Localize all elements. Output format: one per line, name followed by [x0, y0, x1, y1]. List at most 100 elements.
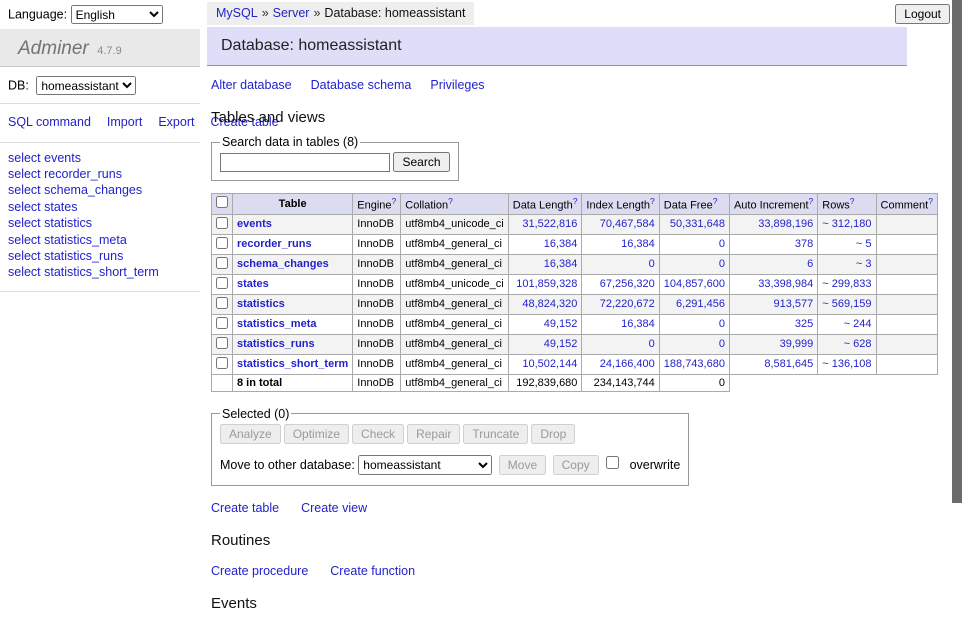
drop-button[interactable]: Drop — [531, 424, 575, 444]
sidebar-select-events[interactable]: select events — [8, 150, 192, 166]
cell-rows-link[interactable]: ~ 5 — [856, 238, 872, 250]
cell-data-free-link[interactable]: 0 — [719, 318, 725, 330]
cell-index-length-link[interactable]: 0 — [649, 258, 655, 270]
repair-button[interactable]: Repair — [407, 424, 460, 444]
row-checkbox-statistics-runs[interactable] — [216, 337, 228, 349]
sidebar-select-statistics-runs[interactable]: select statistics_runs — [8, 248, 192, 264]
help-link[interactable]: ? — [573, 196, 578, 206]
breadcrumb-mysql[interactable]: MySQL — [216, 6, 258, 20]
help-link[interactable]: ? — [809, 196, 814, 206]
cell-auto-increment-link[interactable]: 8,581,645 — [764, 358, 813, 370]
cell-index-length-link[interactable]: 70,467,584 — [600, 218, 655, 230]
cell-data-free-link[interactable]: 0 — [719, 338, 725, 350]
sidebar-select-schema-changes[interactable]: select schema_changes — [8, 182, 192, 198]
alter-database-link[interactable]: Alter database — [211, 78, 292, 92]
help-link[interactable]: ? — [928, 196, 933, 206]
cell-rows-link[interactable]: ~ 628 — [844, 338, 872, 350]
cell-auto-increment-link[interactable]: 913,577 — [774, 298, 814, 310]
create-view-link[interactable]: Create view — [301, 501, 367, 515]
cell-auto-increment-link[interactable]: 33,898,196 — [758, 218, 813, 230]
cell-index-length-link[interactable]: 72,220,672 — [600, 298, 655, 310]
cell-rows-link[interactable]: ~ 3 — [856, 258, 872, 270]
sidebar-link-export[interactable]: Export — [158, 115, 194, 129]
cell-data-length-link[interactable]: 101,859,328 — [516, 278, 577, 290]
row-checkbox-states[interactable] — [216, 277, 228, 289]
help-link[interactable]: ? — [392, 196, 397, 206]
row-checkbox-statistics-short-term[interactable] — [216, 357, 228, 369]
cell-auto-increment-link[interactable]: 6 — [807, 258, 813, 270]
table-link-states[interactable]: states — [237, 278, 269, 290]
cell-data-free-link[interactable]: 104,857,600 — [664, 278, 725, 290]
table-link-statistics-meta[interactable]: statistics_meta — [237, 318, 317, 330]
cell-index-length-link[interactable]: 67,256,320 — [600, 278, 655, 290]
row-checkbox-recorder-runs[interactable] — [216, 237, 228, 249]
cell-data-free-link[interactable]: 6,291,456 — [676, 298, 725, 310]
truncate-button[interactable]: Truncate — [463, 424, 528, 444]
cell-auto-increment-link[interactable]: 33,398,984 — [758, 278, 813, 290]
database-schema-link[interactable]: Database schema — [311, 78, 412, 92]
optimize-button[interactable]: Optimize — [284, 424, 349, 444]
search-input[interactable] — [220, 153, 390, 172]
table-link-recorder-runs[interactable]: recorder_runs — [237, 238, 312, 250]
sidebar-select-statistics-meta[interactable]: select statistics_meta — [8, 232, 192, 248]
sidebar-select-states[interactable]: select states — [8, 199, 192, 215]
move-database-select[interactable]: homeassistant — [358, 455, 492, 475]
cell-data-length-link[interactable]: 16,384 — [544, 238, 578, 250]
cell-rows-link[interactable]: ~ 244 — [844, 318, 872, 330]
cell-rows-link[interactable]: ~ 299,833 — [822, 278, 871, 290]
sidebar-select-statistics[interactable]: select statistics — [8, 215, 192, 231]
cell-data-length-link[interactable]: 49,152 — [544, 318, 578, 330]
row-checkbox-statistics[interactable] — [216, 297, 228, 309]
cell-data-free-link[interactable]: 0 — [719, 238, 725, 250]
select-all-checkbox[interactable] — [216, 196, 228, 208]
cell-index-length-link[interactable]: 24,166,400 — [600, 358, 655, 370]
help-link[interactable]: ? — [448, 196, 453, 206]
cell-data-length-link[interactable]: 31,522,816 — [522, 218, 577, 230]
cell-data-length-link[interactable]: 10,502,144 — [522, 358, 577, 370]
copy-button[interactable]: Copy — [553, 455, 599, 475]
move-button[interactable]: Move — [499, 455, 546, 475]
table-link-statistics[interactable]: statistics — [237, 298, 285, 310]
table-link-events[interactable]: events — [237, 218, 272, 230]
db-select[interactable]: homeassistant — [36, 76, 136, 95]
cell-index-length-link[interactable]: 16,384 — [621, 238, 655, 250]
sidebar-link-import[interactable]: Import — [107, 115, 142, 129]
row-checkbox-schema-changes[interactable] — [216, 257, 228, 269]
cell-rows-link[interactable]: ~ 136,108 — [822, 358, 871, 370]
table-link-statistics-short-term[interactable]: statistics_short_term — [237, 358, 348, 370]
row-checkbox-events[interactable] — [216, 217, 228, 229]
cell-index-length-link[interactable]: 16,384 — [621, 318, 655, 330]
cell-data-length-link[interactable]: 16,384 — [544, 258, 578, 270]
create-function-link[interactable]: Create function — [330, 564, 415, 578]
analyze-button[interactable]: Analyze — [220, 424, 281, 444]
row-checkbox-statistics-meta[interactable] — [216, 317, 228, 329]
language-select[interactable]: English — [71, 5, 163, 24]
cell-rows-link[interactable]: ~ 569,159 — [822, 298, 871, 310]
cell-data-free-link[interactable]: 0 — [719, 258, 725, 270]
create-table-link[interactable]: Create table — [211, 501, 279, 515]
sidebar-link-sql-command[interactable]: SQL command — [8, 115, 91, 129]
cell-data-length-link[interactable]: 49,152 — [544, 338, 578, 350]
scrollbar-thumb[interactable] — [952, 0, 962, 503]
help-link[interactable]: ? — [713, 196, 718, 206]
cell-auto-increment-link[interactable]: 378 — [795, 238, 813, 250]
cell-data-free-link[interactable]: 188,743,680 — [664, 358, 725, 370]
breadcrumb-server[interactable]: Server — [273, 6, 310, 20]
cell-auto-increment-link[interactable]: 39,999 — [780, 338, 814, 350]
cell-index-length-link[interactable]: 0 — [649, 338, 655, 350]
help-link[interactable]: ? — [850, 196, 855, 206]
cell-auto-increment-link[interactable]: 325 — [795, 318, 813, 330]
cell-data-free-link[interactable]: 50,331,648 — [670, 218, 725, 230]
privileges-link[interactable]: Privileges — [430, 78, 484, 92]
table-link-statistics-runs[interactable]: statistics_runs — [237, 338, 315, 350]
sidebar-select-statistics-short-term[interactable]: select statistics_short_term — [8, 264, 192, 280]
search-button[interactable]: Search — [393, 152, 449, 172]
overwrite-checkbox[interactable] — [606, 456, 619, 469]
create-procedure-link[interactable]: Create procedure — [211, 564, 308, 578]
cell-rows-link[interactable]: ~ 312,180 — [822, 218, 871, 230]
table-link-schema-changes[interactable]: schema_changes — [237, 258, 329, 270]
help-link[interactable]: ? — [650, 196, 655, 206]
check-button[interactable]: Check — [352, 424, 404, 444]
cell-data-length-link[interactable]: 48,824,320 — [522, 298, 577, 310]
sidebar-select-recorder-runs[interactable]: select recorder_runs — [8, 166, 192, 182]
